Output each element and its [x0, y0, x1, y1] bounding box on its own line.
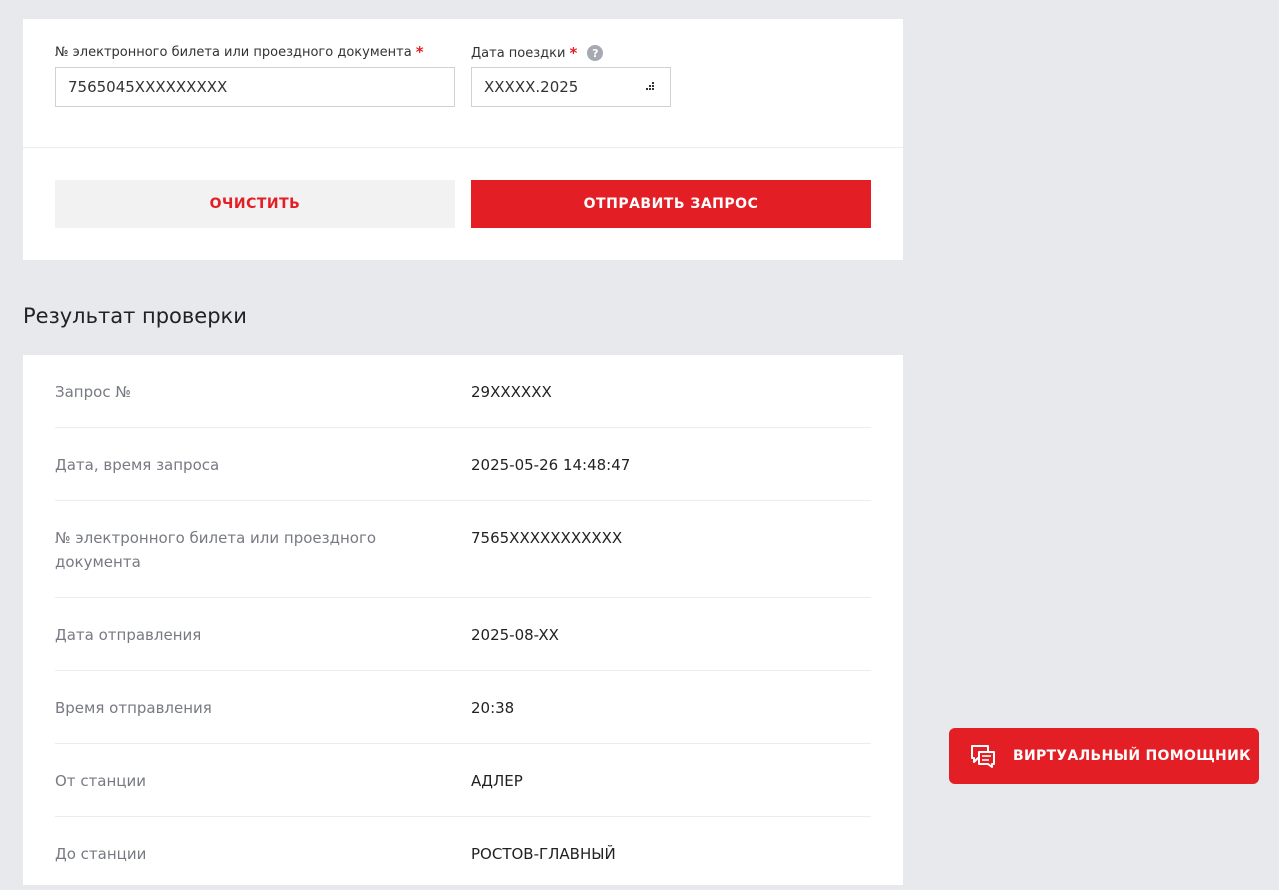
ticket-number-input[interactable]: 7565045XXXXXXXXX	[55, 67, 455, 107]
result-title: Результат проверки	[23, 304, 247, 328]
ticket-field-label: № электронного билета или проездного док…	[55, 43, 424, 61]
required-mark: *	[569, 43, 578, 62]
result-row: Дата, время запроса 2025-05-26 14:48:47	[55, 428, 871, 501]
row-value: 2025-05-26 14:48:47	[471, 456, 631, 474]
row-value: 29XXXXXX	[471, 383, 552, 401]
row-label: От станции	[55, 772, 147, 790]
assistant-label: ВИРТУАЛЬНЫЙ ПОМОЩНИК	[1013, 748, 1251, 764]
row-label: Дата, время запроса	[55, 456, 220, 474]
row-label: До станции	[55, 845, 147, 863]
help-icon[interactable]: ?	[587, 45, 604, 61]
date-field-label: Дата поездки * ?	[471, 43, 604, 62]
row-label: Время отправления	[55, 699, 212, 717]
result-card: Запрос № 29XXXXXX Дата, время запроса 20…	[23, 355, 903, 885]
result-row: Время отправления 20:38	[55, 671, 871, 744]
result-row: От станции АДЛЕР	[55, 744, 871, 817]
row-label: № электронного билета или проездного док…	[55, 529, 377, 571]
form-divider	[23, 147, 903, 148]
row-value: РОСТОВ-ГЛАВНЫЙ	[471, 845, 616, 863]
result-row: Запрос № 29XXXXXX	[55, 355, 871, 428]
row-value: 7565XXXXXXXXXXX	[471, 529, 623, 547]
send-request-button[interactable]: ОТПРАВИТЬ ЗАПРОС	[471, 180, 871, 228]
chat-icon	[971, 745, 995, 768]
calendar-icon[interactable]	[646, 82, 656, 92]
result-row: Дата отправления 2025-08-XX	[55, 598, 871, 671]
row-value: 2025-08-XX	[471, 626, 559, 644]
trip-date-input[interactable]: XXXXX.2025	[471, 67, 671, 107]
search-form-card: № электронного билета или проездного док…	[23, 19, 903, 260]
required-mark: *	[415, 43, 424, 61]
row-value: 20:38	[471, 699, 515, 717]
row-label: Запрос №	[55, 383, 131, 401]
result-row: № электронного билета или проездного док…	[55, 501, 871, 598]
row-label: Дата отправления	[55, 626, 202, 644]
result-row: До станции РОСТОВ-ГЛАВНЫЙ	[55, 817, 871, 890]
virtual-assistant-button[interactable]: ВИРТУАЛЬНЫЙ ПОМОЩНИК	[949, 728, 1259, 784]
clear-button[interactable]: ОЧИСТИТЬ	[55, 180, 455, 228]
row-value: АДЛЕР	[471, 772, 523, 790]
